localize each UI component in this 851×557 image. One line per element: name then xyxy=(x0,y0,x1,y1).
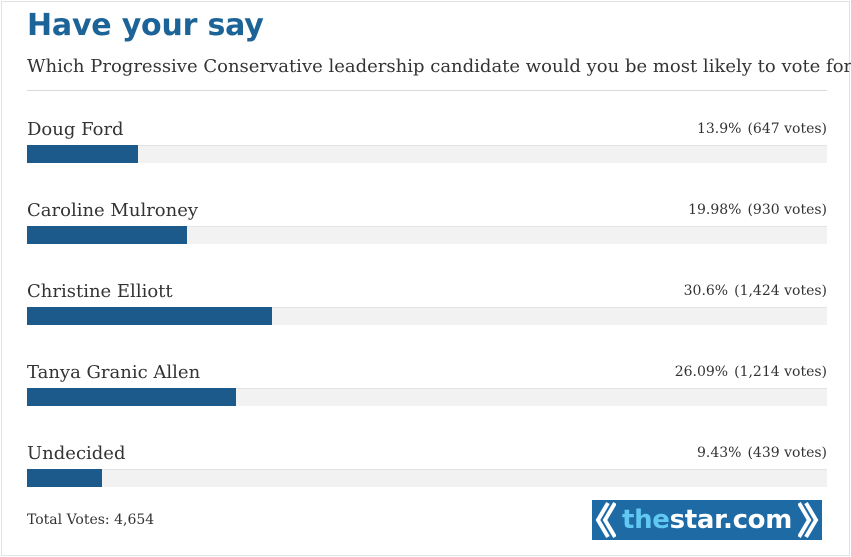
option-stats: 13.9% (647 votes) xyxy=(697,121,827,137)
poll-option: Undecided 9.43% (439 votes) xyxy=(27,443,827,503)
poll-widget: Have your say Which Progressive Conserva… xyxy=(1,1,851,556)
poll-option: Caroline Mulroney 19.98% (930 votes) xyxy=(27,200,827,260)
poll-option: Tanya Granic Allen 26.09% (1,214 votes) xyxy=(27,362,827,422)
result-bar-track xyxy=(27,469,827,487)
poll-option: Christine Elliott 30.6% (1,424 votes) xyxy=(27,281,827,341)
option-name: Undecided xyxy=(27,443,126,464)
option-votes: (647 votes) xyxy=(747,121,827,137)
result-bar-fill xyxy=(27,469,103,487)
option-name: Christine Elliott xyxy=(27,281,173,302)
option-votes: (930 votes) xyxy=(747,202,827,218)
result-bar-track xyxy=(27,145,827,163)
chevron-right-icon xyxy=(798,501,819,539)
option-name: Doug Ford xyxy=(27,119,124,140)
option-percent: 13.9% xyxy=(696,121,742,137)
option-percent: 9.43% xyxy=(696,445,742,461)
option-stats: 26.09% (1,214 votes) xyxy=(675,364,827,380)
result-bar-fill xyxy=(27,226,187,244)
chevron-left-icon xyxy=(595,501,616,539)
option-percent: 26.09% xyxy=(674,364,729,380)
result-bar-fill xyxy=(27,388,236,406)
logo-text: thestar.com xyxy=(621,505,793,535)
option-stats: 19.98% (930 votes) xyxy=(688,202,827,218)
option-name: Tanya Granic Allen xyxy=(27,362,201,383)
poll-question: Which Progressive Conservative leadershi… xyxy=(27,56,851,77)
result-bar-fill xyxy=(27,145,139,163)
poll-title: Have your say xyxy=(27,8,264,43)
result-bar-fill xyxy=(27,307,272,325)
option-votes: (1,424 votes) xyxy=(734,283,827,299)
total-votes: Total Votes: 4,654 xyxy=(27,512,155,528)
result-bar-track xyxy=(27,307,827,325)
option-name: Caroline Mulroney xyxy=(27,200,199,221)
option-votes: (1,214 votes) xyxy=(734,364,827,380)
thestar-logo[interactable]: thestar.com xyxy=(592,500,822,540)
option-percent: 19.98% xyxy=(688,202,742,218)
option-votes: (439 votes) xyxy=(747,445,827,461)
poll-option: Doug Ford 13.9% (647 votes) xyxy=(27,119,827,179)
divider xyxy=(27,90,827,91)
result-bar-track xyxy=(27,388,827,406)
option-stats: 9.43% (439 votes) xyxy=(697,445,827,461)
result-bar-track xyxy=(27,226,827,244)
option-stats: 30.6% (1,424 votes) xyxy=(684,283,827,299)
option-percent: 30.6% xyxy=(683,283,729,299)
